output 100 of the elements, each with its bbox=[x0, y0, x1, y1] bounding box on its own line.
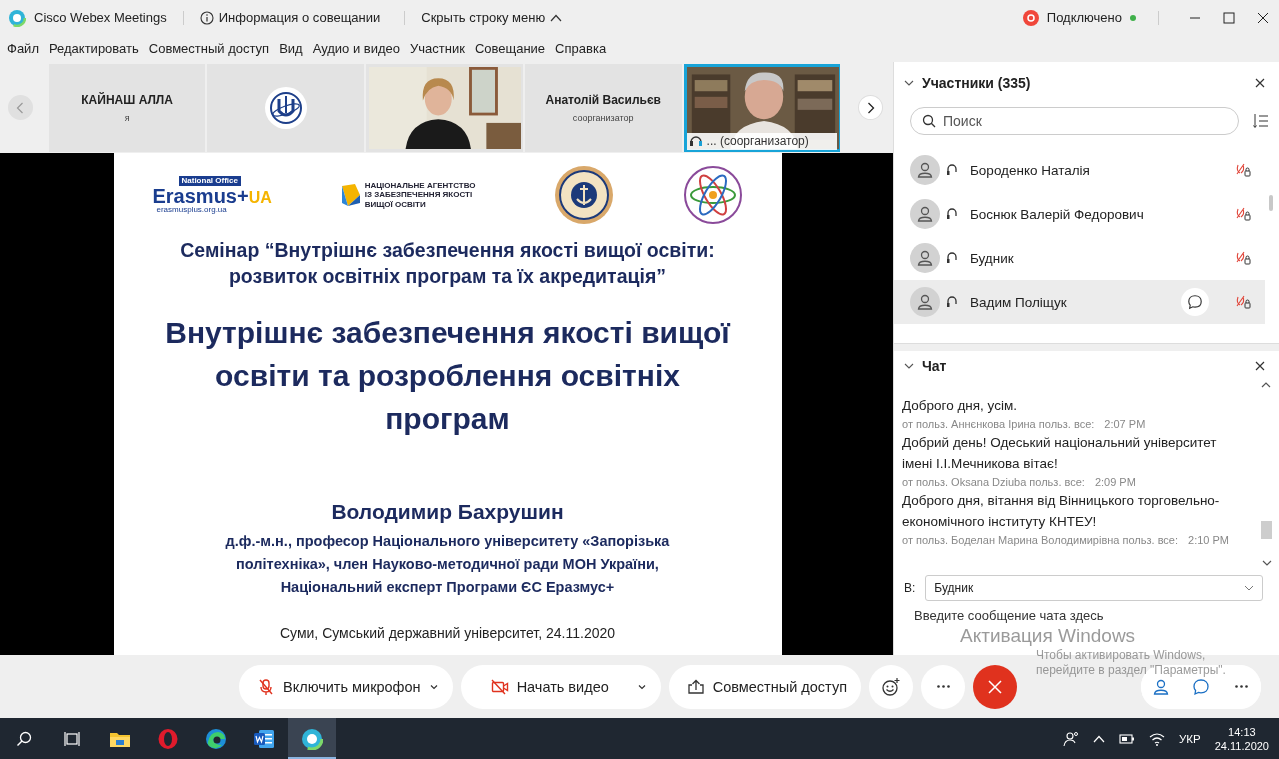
scroll-down-icon[interactable] bbox=[1262, 559, 1272, 567]
reactions-button[interactable] bbox=[869, 664, 913, 709]
search-icon bbox=[922, 114, 936, 128]
menu-item[interactable]: Справка bbox=[550, 41, 612, 56]
message-time: 2:07 PM bbox=[1104, 418, 1146, 430]
chevron-left-icon bbox=[16, 101, 25, 114]
atom-icon bbox=[682, 165, 743, 225]
recipient-label: В: bbox=[904, 581, 916, 595]
clock-date[interactable]: 24.11.2020 bbox=[1214, 738, 1269, 753]
webex-icon bbox=[301, 727, 323, 750]
scrollbar-thumb[interactable] bbox=[1269, 195, 1273, 211]
menu-item[interactable]: Совещание bbox=[469, 41, 551, 56]
muted-mic-icon bbox=[1235, 163, 1251, 177]
sort-icon[interactable] bbox=[1253, 113, 1269, 129]
muted-mic-icon bbox=[1235, 251, 1251, 265]
unmute-button[interactable]: Включить микрофон bbox=[239, 664, 453, 709]
participant-name: Анатолій Васильєв bbox=[545, 92, 661, 107]
scrollbar-thumb[interactable] bbox=[1261, 521, 1272, 539]
share-button[interactable]: Совместный доступ bbox=[668, 664, 861, 709]
menu-item[interactable]: Совместный доступ bbox=[143, 41, 275, 56]
author-name: Володимир Бахрушин bbox=[331, 500, 564, 524]
close-icon[interactable] bbox=[1257, 11, 1269, 24]
connection-status: Подключено bbox=[1046, 10, 1122, 25]
message-time: 2:09 PM bbox=[1094, 476, 1136, 488]
close-icon[interactable] bbox=[1255, 78, 1265, 88]
menu-item[interactable]: Аудио и видео bbox=[307, 41, 406, 56]
close-icon[interactable] bbox=[1255, 361, 1265, 371]
seminar-title: Семінар “Внутрішнє забезпечення якості вищої освіти: розвиток освітніх програм та їх акредитація” bbox=[180, 238, 715, 289]
chevron-right-icon bbox=[866, 101, 875, 114]
more-icon bbox=[936, 685, 950, 688]
participant-name: Боснюк Валерій Федорович bbox=[970, 206, 1145, 222]
muted-mic-icon bbox=[1235, 295, 1251, 309]
chevron-up-icon[interactable] bbox=[1093, 734, 1106, 743]
participant-role: соорганизатор bbox=[572, 112, 634, 123]
leave-button[interactable] bbox=[973, 664, 1017, 709]
slide-footer: Суми, Сумський державний університет, 24.11.2020 bbox=[279, 625, 616, 641]
message-input[interactable]: Введите сообщение чата здесь bbox=[912, 607, 1246, 624]
badge-icon bbox=[553, 165, 614, 225]
clock-time[interactable]: 14:13 bbox=[1228, 724, 1256, 739]
people-icon bbox=[1152, 677, 1170, 696]
start-video-button[interactable]: Начать видео bbox=[460, 664, 661, 709]
participant-row[interactable]: Бороденко Наталія bbox=[894, 148, 1265, 192]
battery-icon[interactable] bbox=[1119, 732, 1136, 745]
author-details: д.ф.-м.н., професор Національного університету «Запорізька політехніка», член Науково-методичної ради МОН України, Національний експерт Програми ЄС Еразмус+ bbox=[225, 532, 670, 597]
document-icon bbox=[253, 728, 275, 749]
video-tile[interactable]: ... (соорганизатор) bbox=[683, 63, 841, 152]
meeting-info-button[interactable]: Информация о совещании bbox=[199, 8, 381, 27]
person-icon bbox=[916, 161, 934, 179]
opera-icon bbox=[157, 727, 179, 750]
share-icon bbox=[686, 678, 705, 695]
audio-icon bbox=[946, 163, 958, 177]
app-title: Cisco Webex Meetings bbox=[34, 10, 167, 25]
people-icon[interactable] bbox=[1063, 730, 1080, 747]
muted-mic-icon bbox=[1235, 207, 1251, 221]
menu-item[interactable]: Участник bbox=[405, 41, 470, 56]
collapse-icon[interactable] bbox=[904, 362, 914, 370]
chat-icon bbox=[1192, 677, 1210, 696]
person-icon bbox=[916, 293, 934, 311]
video-tile[interactable]: КАЙНАШ АЛЛА я bbox=[48, 63, 206, 152]
logo-wordmark: UA bbox=[248, 190, 272, 206]
video-caption: ... (соорганизатор) bbox=[706, 134, 809, 148]
info-icon bbox=[199, 10, 214, 25]
maximize-icon[interactable] bbox=[1223, 11, 1235, 24]
taskbar-app[interactable] bbox=[288, 718, 336, 759]
chat-message: Доброго дня, усім. bbox=[902, 397, 1018, 415]
task-view-icon bbox=[64, 730, 80, 747]
chat-button[interactable] bbox=[1181, 288, 1209, 316]
logo-url: erasmusplus.org.ua bbox=[156, 206, 227, 214]
hide-menu-button[interactable]: Скрыть строку меню bbox=[421, 8, 563, 27]
video-tile[interactable]: Анатолій Васильєв соорганизатор bbox=[524, 63, 682, 152]
scroll-up-icon[interactable] bbox=[1261, 381, 1271, 389]
video-tile[interactable] bbox=[207, 63, 365, 152]
participant-name: КАЙНАШ АЛЛА bbox=[81, 92, 173, 107]
wifi-icon[interactable] bbox=[1149, 731, 1166, 746]
panel-title: Участники (335) bbox=[922, 75, 1032, 91]
collapse-icon[interactable] bbox=[904, 79, 914, 87]
participant-row[interactable]: Боснюк Валерій Федорович bbox=[894, 192, 1265, 236]
next-button[interactable] bbox=[858, 95, 884, 120]
menu-item[interactable]: Вид bbox=[274, 41, 308, 56]
chevron-up-icon bbox=[550, 12, 563, 23]
recipient-dropdown[interactable]: Будник bbox=[925, 575, 1263, 601]
panel-title: Чат bbox=[922, 358, 948, 374]
logo-caption: National Office bbox=[178, 176, 241, 186]
menu-item[interactable]: Файл bbox=[2, 41, 44, 56]
language-indicator[interactable]: УКР bbox=[1179, 732, 1201, 745]
record-icon bbox=[1022, 9, 1039, 26]
status-dot-icon bbox=[1130, 14, 1136, 21]
participant-name: Будник bbox=[970, 250, 1015, 266]
participant-row[interactable]: Будник bbox=[894, 236, 1265, 280]
message-time: 2:10 PM bbox=[1188, 534, 1229, 546]
person-icon bbox=[916, 205, 934, 223]
activation-message: Чтобы активировать Windows, перейдите в раздел "Параметры". bbox=[1036, 648, 1226, 678]
participant-row[interactable]: Вадим Поліщук bbox=[894, 280, 1265, 324]
menu-item[interactable]: Редактировать bbox=[43, 41, 144, 56]
webex-logo-icon bbox=[8, 8, 26, 27]
video-off-icon bbox=[490, 678, 509, 695]
search-field[interactable]: Поиск bbox=[910, 107, 1239, 135]
audio-icon bbox=[946, 251, 958, 265]
person-icon bbox=[916, 249, 934, 267]
muted-mic-icon bbox=[257, 677, 275, 696]
